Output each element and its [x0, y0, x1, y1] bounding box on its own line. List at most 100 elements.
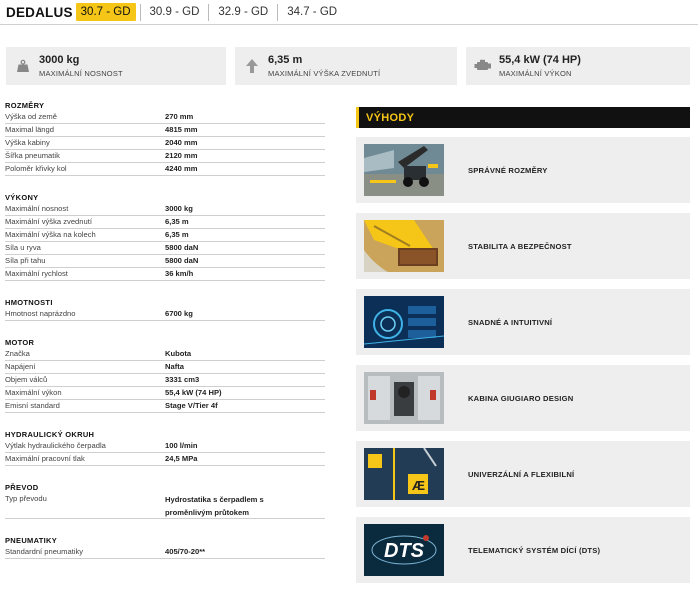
spec-value: 3000 kg	[165, 204, 193, 213]
height-label: MAXIMÁLNÍ VÝŠKA ZVEDNUTÍ	[268, 68, 381, 78]
svg-text:Æ: Æ	[412, 478, 425, 493]
spec-section-hydraulics: HYDRAULICKÝ OKRUH Výtlak hydraulického č…	[5, 429, 325, 466]
summary-card-capacity: 3000 kg MAXIMÁLNÍ NOSNOST	[6, 47, 226, 85]
spec-row: Standardní pneumatiky 405/70-20**	[5, 546, 325, 559]
power-value: 55,4 kW (74 HP)	[499, 53, 581, 66]
dts-logo-thumbnail: DTS	[364, 524, 444, 576]
tab-30-9-gd[interactable]: 30.9 - GD	[145, 3, 205, 21]
spec-value: 4240 mm	[165, 164, 198, 173]
height-value: 6,35 m	[268, 53, 303, 66]
spec-row: Maximal längd 4815 mm	[5, 124, 325, 137]
weight-icon	[11, 59, 35, 73]
spec-section-transmission: PŘEVOD Typ převodu Hydrostatika s čerpadl…	[5, 482, 325, 519]
spec-row: Výška od země 270 mm	[5, 111, 325, 124]
section-title: HMOTNOSTI	[5, 298, 53, 307]
spec-value: Kubota	[165, 349, 192, 358]
spec-value: 270 mm	[165, 112, 194, 121]
header-divider	[0, 24, 698, 25]
arrow-up-icon	[240, 58, 264, 74]
spec-section-weights: HMOTNOSTI Hmotnost naprázdno 6700 kg	[5, 297, 325, 321]
spec-section-dimensions: ROZMĚRY Výška od země 270 mm Maximal läng…	[5, 100, 325, 176]
spec-row: Maximální výkon 55,4 kW (74 HP)	[5, 387, 325, 400]
tab-divider	[277, 3, 279, 21]
section-title: PNEUMATIKY	[5, 536, 58, 545]
spec-value: 5800 daN	[165, 243, 199, 252]
telehandler-lift-thumbnail	[364, 144, 444, 196]
spec-row: Šířka pneumatik 2120 mm	[5, 150, 325, 163]
advantage-card-cabin[interactable]: KABINA GIUGIARO DESIGN	[356, 365, 690, 431]
tab-34-7-gd[interactable]: 34.7 - GD	[282, 3, 342, 21]
summary-card-height: 6,35 m MAXIMÁLNÍ VÝŠKA ZVEDNUTÍ	[235, 47, 457, 85]
power-label: MAXIMÁLNÍ VÝKON	[499, 68, 572, 78]
stability-boom-thumbnail	[364, 220, 444, 272]
tab-divider	[139, 3, 141, 21]
spec-key: Objem válců	[5, 375, 48, 384]
spec-section-engine: MOTOR Značka Kubota Napájení Nafta Objem v…	[5, 337, 325, 413]
spec-row: Značka Kubota	[5, 348, 325, 361]
spec-key: Síla při tahu	[5, 256, 46, 265]
spec-key: Výška od země	[5, 112, 57, 121]
spec-key: Maximální výška na kolech	[5, 230, 96, 239]
spec-key: Maximální pracovní tlak	[5, 454, 85, 463]
spec-key: Výtlak hydraulického čerpadla	[5, 441, 106, 450]
spec-value: Nafta	[165, 362, 184, 371]
capacity-value: 3000 kg	[39, 53, 80, 66]
spec-key: Emisní standard	[5, 401, 60, 410]
spec-row: Síla při tahu 5800 daN	[5, 255, 325, 268]
model-tabs-bar: DEDALUS 30.7 - GD 30.9 - GD 32.9 - GD 34…	[0, 0, 698, 24]
spec-row: Maximální výška na kolech 6,35 m	[5, 229, 325, 242]
spec-key: Maximální nosnost	[5, 204, 69, 213]
spec-row: Napájení Nafta	[5, 361, 325, 374]
spec-value: 405/70-20**	[165, 547, 206, 556]
spec-key: Značka	[5, 349, 30, 358]
advantages-header: VÝHODY	[356, 107, 690, 128]
spec-row: Poloměr křivky kol 4240 mm	[5, 163, 325, 176]
spec-key: Maximální rychlost	[5, 269, 68, 278]
capacity-label: MAXIMÁLNÍ NOSNOST	[39, 68, 123, 78]
spec-value: 6,35 m	[165, 230, 189, 239]
attachments-thumbnail: Æ	[364, 448, 444, 500]
spec-value: 2040 mm	[165, 138, 198, 147]
tab-32-9-gd[interactable]: 32.9 - GD	[213, 3, 273, 21]
spec-value: 55,4 kW (74 HP)	[165, 388, 222, 397]
section-title: ROZMĚRY	[5, 101, 45, 110]
spec-value: 5800 daN	[165, 256, 199, 265]
spec-key: Maximální výkon	[5, 388, 62, 397]
spec-row: Typ převodu Hydrostatika s čerpadlem s pr…	[5, 493, 325, 519]
spec-key: Výška kabiny	[5, 138, 50, 147]
spec-row: Maximální nosnost 3000 kg	[5, 203, 325, 216]
spec-row: Maximální rychlost 36 km/h	[5, 268, 325, 281]
spec-key: Typ převodu	[5, 494, 47, 503]
spec-row: Výška kabiny 2040 mm	[5, 137, 325, 150]
spec-value: 3331 cm3	[165, 375, 200, 384]
advantage-card-dimensions[interactable]: SPRÁVNÉ ROZMĚRY	[356, 137, 690, 203]
advantage-label: STABILITA A BEZPEČNOST	[468, 241, 572, 251]
advantage-card-telematics[interactable]: DTS TELEMATICKÝ SYSTÉM DÍCÍ (DTS)	[356, 517, 690, 583]
engine-icon	[471, 59, 495, 73]
advantage-card-stability[interactable]: STABILITA A BEZPEČNOST	[356, 213, 690, 279]
spec-section-tyres: PNEUMATIKY Standardní pneumatiky 405/70-2…	[5, 535, 325, 559]
cabin-interior-thumbnail	[364, 372, 444, 424]
specifications-table: ROZMĚRY Výška od země 270 mm Maximal läng…	[5, 100, 325, 559]
spec-value: 2120 mm	[165, 151, 198, 160]
svg-text:DTS: DTS	[384, 540, 425, 562]
spec-value: 4815 mm	[165, 125, 198, 134]
spec-row: Výtlak hydraulického čerpadla 100 l/min	[5, 440, 325, 453]
spec-section-performance: VÝKONY Maximální nosnost 3000 kg Maximáln…	[5, 192, 325, 281]
advantages-title: VÝHODY	[366, 111, 415, 124]
spec-row: Maximální pracovní tlak 24,5 MPa	[5, 453, 325, 466]
tab-30-7-gd[interactable]: 30.7 - GD	[75, 3, 136, 21]
spec-key: Standardní pneumatiky	[5, 547, 84, 556]
spec-key: Maximal längd	[5, 125, 54, 134]
advantage-card-versatile[interactable]: Æ UNIVERZÁLNÍ A FLEXIBILNÍ	[356, 441, 690, 507]
advantages-panel: VÝHODY SPRÁVNÉ ROZMĚRY STABILITA A BEZPE…	[356, 107, 690, 583]
spec-key: Poloměr křivky kol	[5, 164, 67, 173]
advantage-label: KABINA GIUGIARO DESIGN	[468, 393, 574, 403]
spec-row: Síla u ryva 5800 daN	[5, 242, 325, 255]
spec-value: Hydrostatika s čerpadlem s proměnlivým p…	[165, 495, 264, 517]
advantage-label: TELEMATICKÝ SYSTÉM DÍCÍ (DTS)	[468, 545, 601, 555]
digital-interface-thumbnail	[364, 296, 444, 348]
advantage-label: SNADNÉ A INTUITIVNÍ	[468, 317, 553, 327]
brand-title: DEDALUS	[6, 4, 73, 20]
advantage-card-intuitive[interactable]: SNADNÉ A INTUITIVNÍ	[356, 289, 690, 355]
